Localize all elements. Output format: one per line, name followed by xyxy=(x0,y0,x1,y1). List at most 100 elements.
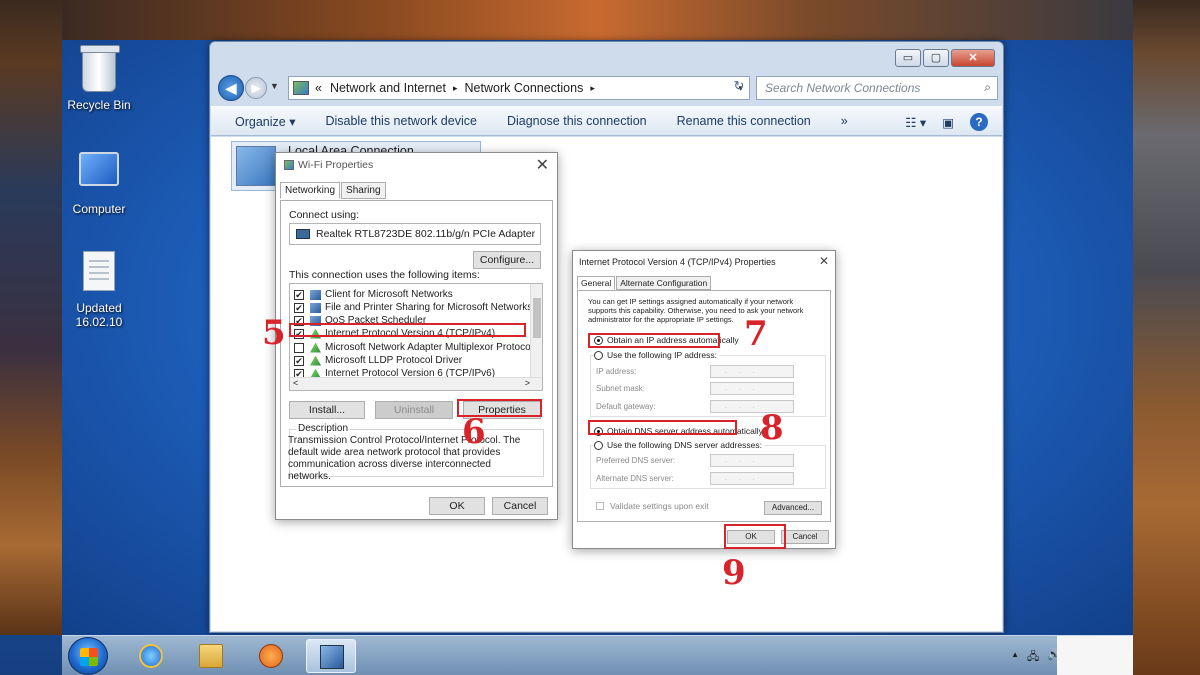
highlight-ok-button xyxy=(724,524,786,549)
step-9-label: 9 xyxy=(722,553,746,593)
wallpaper-top-strip xyxy=(62,0,1133,40)
desktop-icon-label: Computer xyxy=(72,202,126,216)
recycle-bin-icon xyxy=(80,45,120,92)
tab-networking[interactable]: Networking xyxy=(280,182,341,199)
subnet-mask-label: Subnet mask: xyxy=(596,384,645,393)
step-5-label: 5 xyxy=(262,313,286,353)
tab-general[interactable]: General xyxy=(577,276,616,290)
refresh-icon[interactable]: ↻ xyxy=(728,78,750,98)
radio-button[interactable] xyxy=(594,350,603,360)
address-prefix[interactable]: « xyxy=(315,81,322,95)
close-icon[interactable]: ✕ xyxy=(536,155,549,175)
desktop-icon-updated-file[interactable]: Updated 16.02.10 xyxy=(59,248,139,329)
search-input[interactable]: Search Network Connections ⌕ xyxy=(756,76,998,100)
recent-pages-dropdown[interactable]: ▼ xyxy=(270,81,279,91)
taskbar-app-internet-explorer[interactable] xyxy=(126,639,176,673)
cancel-button[interactable]: Cancel xyxy=(781,530,829,544)
desktop-icon-label: Updated 16.02.10 xyxy=(75,301,123,329)
highlight-obtain-dns xyxy=(588,420,737,435)
close-icon[interactable]: ✕ xyxy=(819,254,829,268)
checkbox[interactable]: ✔ xyxy=(294,289,304,300)
cancel-button[interactable]: Cancel xyxy=(492,497,548,515)
scrollbar-thumb[interactable] xyxy=(533,298,541,338)
command-bar: Organize ▾ Disable this network device D… xyxy=(211,106,1002,136)
tab-alternate-configuration[interactable]: Alternate Configuration xyxy=(616,276,712,290)
dialog-title-bar: Wi-Fi Properties xyxy=(284,159,373,171)
list-item-label: File and Printer Sharing for Microsoft N… xyxy=(325,302,533,313)
taskbar-app-media-player[interactable] xyxy=(246,639,296,673)
scroll-right-icon[interactable]: > xyxy=(525,378,530,388)
dialog-tabs: General Alternate Configuration xyxy=(577,276,712,290)
configure-button[interactable]: Configure... xyxy=(473,251,541,269)
list-item[interactable]: ✔ File and Printer Sharing for Microsoft… xyxy=(294,301,532,314)
advanced-button[interactable]: Advanced... xyxy=(764,501,822,515)
network-icon xyxy=(284,160,294,170)
tab-sharing[interactable]: Sharing xyxy=(341,182,386,199)
change-view-icon[interactable]: ☷ ▾ xyxy=(905,115,926,130)
system-tray: ▲ 🖧 🔊 xyxy=(1011,648,1061,667)
desktop-icon-computer[interactable]: Computer xyxy=(59,148,139,216)
taskbar-app-network-connections[interactable] xyxy=(306,639,356,673)
vertical-scrollbar[interactable] xyxy=(530,284,542,378)
ip-address-field: . . . xyxy=(710,365,794,378)
computer-icon xyxy=(79,152,119,186)
show-hidden-icons-icon[interactable]: ▲ xyxy=(1011,648,1019,667)
items-list[interactable]: ✔ Client for Microsoft Networks ✔ File a… xyxy=(289,283,543,391)
radio-button[interactable] xyxy=(594,440,603,450)
help-icon[interactable]: ? xyxy=(970,113,988,131)
start-button[interactable] xyxy=(68,637,108,675)
network-icon[interactable]: 🖧 xyxy=(1027,648,1039,667)
list-item[interactable]: ✔ Microsoft LLDP Protocol Driver xyxy=(294,354,462,367)
ipv4-properties-dialog: Internet Protocol Version 4 (TCP/IPv4) P… xyxy=(572,250,836,549)
highlight-obtain-ip xyxy=(588,333,720,348)
checkbox[interactable]: ✔ xyxy=(294,302,304,313)
back-button[interactable]: ◀ xyxy=(218,75,244,101)
step-7-label: 7 xyxy=(744,314,768,354)
install-button[interactable]: Install... xyxy=(289,401,365,419)
address-row: ◀ ▶ ▼ « Network and Internet ▸ Network C… xyxy=(218,74,998,102)
list-item[interactable]: ✔ Client for Microsoft Networks xyxy=(294,288,453,301)
rename-connection-button[interactable]: Rename this connection xyxy=(677,114,811,128)
default-gateway-label: Default gateway: xyxy=(596,402,656,411)
breadcrumb-separator[interactable]: ▸ xyxy=(453,83,458,94)
preferred-dns-label: Preferred DNS server: xyxy=(596,456,676,465)
dialog-title: Internet Protocol Version 4 (TCP/IPv4) P… xyxy=(579,257,776,267)
breadcrumb-network-connections[interactable]: Network Connections xyxy=(465,81,584,95)
step-8-label: 8 xyxy=(760,408,784,448)
checkbox[interactable] xyxy=(294,342,304,353)
maximize-button[interactable]: ▢ xyxy=(923,49,949,67)
breadcrumb-separator[interactable]: ▸ xyxy=(590,83,595,94)
breadcrumb-network-and-internet[interactable]: Network and Internet xyxy=(330,81,446,95)
forward-button[interactable]: ▶ xyxy=(245,77,267,99)
network-connections-icon xyxy=(320,645,344,669)
preview-pane-icon[interactable]: ▣ xyxy=(942,115,954,130)
highlight-ipv4-item xyxy=(289,323,526,337)
adapter-field: Realtek RTL8723DE 802.11b/g/n PCIe Adapt… xyxy=(289,223,541,245)
show-desktop-area[interactable] xyxy=(1057,636,1133,675)
protocol-icon xyxy=(310,342,321,353)
minimize-button[interactable]: ▭ xyxy=(895,49,921,67)
search-icon[interactable]: ⌕ xyxy=(984,80,991,95)
use-dns-option[interactable]: Use the following DNS server addresses: xyxy=(594,440,764,450)
address-bar[interactable]: « Network and Internet ▸ Network Connect… xyxy=(288,76,750,100)
taskbar-app-file-explorer[interactable] xyxy=(186,639,236,673)
ok-button[interactable]: OK xyxy=(429,497,485,515)
control-panel-icon xyxy=(293,81,309,95)
dialog-title: Wi-Fi Properties xyxy=(298,159,374,171)
ip-address-label: IP address: xyxy=(596,367,637,376)
disable-device-button[interactable]: Disable this network device xyxy=(325,114,476,128)
diagnose-connection-button[interactable]: Diagnose this connection xyxy=(507,114,647,128)
more-commands-button[interactable]: » xyxy=(841,114,848,128)
list-item-label: Microsoft LLDP Protocol Driver xyxy=(325,355,463,366)
network-client-icon xyxy=(310,289,321,300)
close-button[interactable]: ✕ xyxy=(951,49,995,67)
checkbox[interactable]: ✔ xyxy=(294,355,304,366)
list-item[interactable]: Microsoft Network Adapter Multiplexor Pr… xyxy=(294,341,533,354)
organize-button[interactable]: Organize ▾ xyxy=(235,114,295,129)
desktop-icon-recycle-bin[interactable]: Recycle Bin xyxy=(59,45,139,112)
scroll-left-icon[interactable]: < xyxy=(293,378,298,388)
use-ip-option[interactable]: Use the following IP address: xyxy=(594,350,719,360)
validate-settings-option: Validate settings upon exit xyxy=(596,501,709,511)
horizontal-scrollbar[interactable]: < > xyxy=(290,377,542,390)
option-label: Use the following IP address: xyxy=(607,350,717,360)
